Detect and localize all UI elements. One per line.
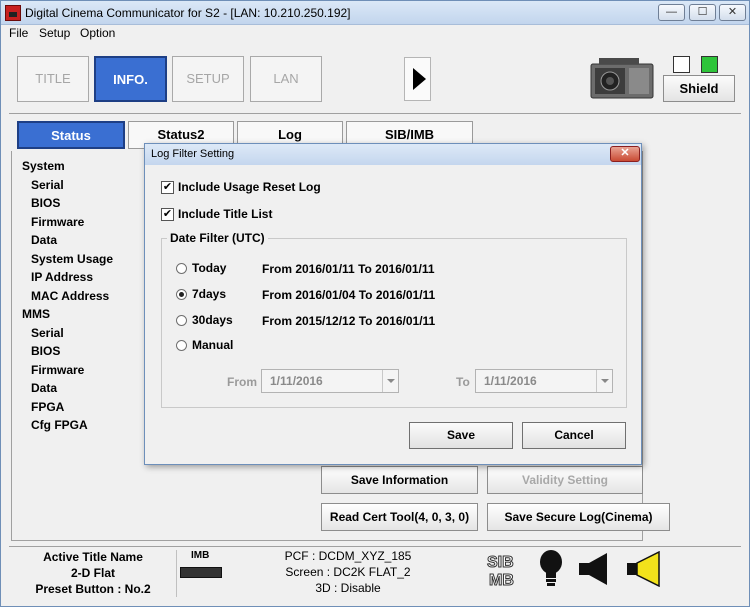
tree-view: System Serial BIOS Firmware Data System …	[22, 157, 113, 435]
save-information-button[interactable]: Save Information	[321, 466, 478, 494]
menu-file[interactable]: File	[9, 26, 28, 40]
projector-icon	[590, 58, 654, 99]
svg-text:MB: MB	[489, 572, 514, 589]
tree-header-system[interactable]: System	[22, 157, 113, 176]
tree-item[interactable]: Data	[22, 379, 113, 398]
tree-item[interactable]: IP Address	[22, 268, 113, 287]
validity-setting-button[interactable]: Validity Setting	[487, 466, 643, 494]
speaker-active-icon	[627, 551, 660, 587]
dialog-title-bar: Log Filter Setting ✕	[145, 144, 641, 165]
tree-item[interactable]: BIOS	[22, 342, 113, 361]
to-date-picker[interactable]: 1/11/2016	[475, 369, 613, 393]
menu-bar: File Setup Option	[1, 25, 749, 42]
tree-item[interactable]: Firmware	[22, 361, 113, 380]
include-title-list-label: Include Title List	[178, 207, 273, 221]
window-title: Digital Cinema Communicator for S2 - [LA…	[25, 6, 351, 20]
dialog-close-button[interactable]: ✕	[610, 146, 640, 162]
tab-setup[interactable]: SETUP	[172, 56, 244, 102]
tab-lan[interactable]: LAN	[250, 56, 322, 102]
imb-device-icon	[180, 567, 222, 578]
three-d-value: 3D : Disable	[315, 581, 381, 595]
preset-button-label: Preset Button : No.2	[35, 582, 151, 596]
radio-today-label: Today	[192, 261, 227, 275]
shield-button[interactable]: Shield	[663, 75, 735, 102]
tree-item[interactable]: Firmware	[22, 213, 113, 232]
tree-item[interactable]: Cfg FPGA	[22, 416, 113, 435]
dialog-title: Log Filter Setting	[151, 148, 235, 160]
tree-item[interactable]: Serial	[22, 176, 113, 195]
save-secure-log-button[interactable]: Save Secure Log(Cinema)	[487, 503, 670, 531]
active-title-label: Active Title Name	[43, 550, 143, 564]
tree-item[interactable]: Data	[22, 231, 113, 250]
radio-7days[interactable]	[176, 289, 187, 300]
tree-item[interactable]: BIOS	[22, 194, 113, 213]
radio-30days-label: 30days	[192, 313, 233, 327]
tree-item[interactable]: System Usage	[22, 250, 113, 269]
screen-value: Screen : DC2K FLAT_2	[285, 565, 411, 579]
status-indicator-green	[701, 56, 718, 73]
status-indicator-white	[673, 56, 690, 73]
maximize-button[interactable]: ☐	[689, 4, 716, 21]
include-usage-reset-log-label: Include Usage Reset Log	[178, 180, 321, 194]
speaker-icon	[579, 553, 607, 585]
play-button[interactable]	[404, 57, 431, 101]
imb-label: IMB	[191, 550, 210, 561]
radio-today[interactable]	[176, 263, 187, 274]
from-date-picker[interactable]: 1/11/2016	[261, 369, 399, 393]
title-bar: Digital Cinema Communicator for S2 - [LA…	[1, 1, 749, 25]
lamp-icon	[540, 550, 562, 586]
log-filter-dialog: Log Filter Setting ✕ ✔ Include Usage Res…	[144, 143, 642, 465]
radio-7days-label: 7days	[192, 287, 227, 301]
cancel-button[interactable]: Cancel	[522, 422, 626, 449]
minimize-button[interactable]: —	[658, 4, 685, 21]
tree-header-mms[interactable]: MMS	[22, 305, 113, 324]
from-date-value: 1/11/2016	[270, 374, 323, 388]
close-button[interactable]: ✕	[719, 4, 746, 21]
menu-setup[interactable]: Setup	[39, 26, 70, 40]
radio-manual-label: Manual	[192, 338, 234, 352]
to-label: To	[456, 375, 470, 389]
tree-item[interactable]: MAC Address	[22, 287, 113, 306]
tab-status[interactable]: Status	[17, 121, 125, 149]
pcf-value: PCF : DCDM_XYZ_185	[284, 549, 412, 563]
main-window: Digital Cinema Communicator for S2 - [LA…	[0, 0, 750, 607]
sim-icon: SIB MB	[487, 554, 515, 590]
menu-option[interactable]: Option	[80, 26, 115, 40]
radio-30days[interactable]	[176, 315, 187, 326]
from-label: From	[227, 375, 257, 389]
30days-range: From 2015/12/12 To 2016/01/11	[262, 314, 436, 328]
svg-text:SIB: SIB	[487, 554, 514, 571]
tree-item[interactable]: FPGA	[22, 398, 113, 417]
app-icon	[5, 5, 21, 21]
tree-item[interactable]: Serial	[22, 324, 113, 343]
to-date-value: 1/11/2016	[484, 374, 537, 388]
radio-manual[interactable]	[176, 340, 187, 351]
save-button[interactable]: Save	[409, 422, 513, 449]
tab-title[interactable]: TITLE	[17, 56, 89, 102]
include-title-list-checkbox[interactable]: ✔	[161, 208, 174, 221]
chevron-down-icon[interactable]	[382, 370, 398, 392]
tab-info[interactable]: INFO.	[94, 56, 167, 102]
include-usage-reset-log-checkbox[interactable]: ✔	[161, 181, 174, 194]
read-cert-tool-button[interactable]: Read Cert Tool(4, 0, 3, 0)	[321, 503, 478, 531]
today-range: From 2016/01/11 To 2016/01/11	[262, 262, 435, 276]
chevron-down-icon[interactable]	[596, 370, 612, 392]
7days-range: From 2016/01/04 To 2016/01/11	[262, 288, 436, 302]
divider	[9, 113, 741, 114]
footer-divider	[9, 546, 741, 547]
footer-vline	[176, 550, 177, 597]
active-title-value: 2-D Flat	[70, 566, 115, 580]
date-filter-title: Date Filter (UTC)	[167, 231, 268, 245]
